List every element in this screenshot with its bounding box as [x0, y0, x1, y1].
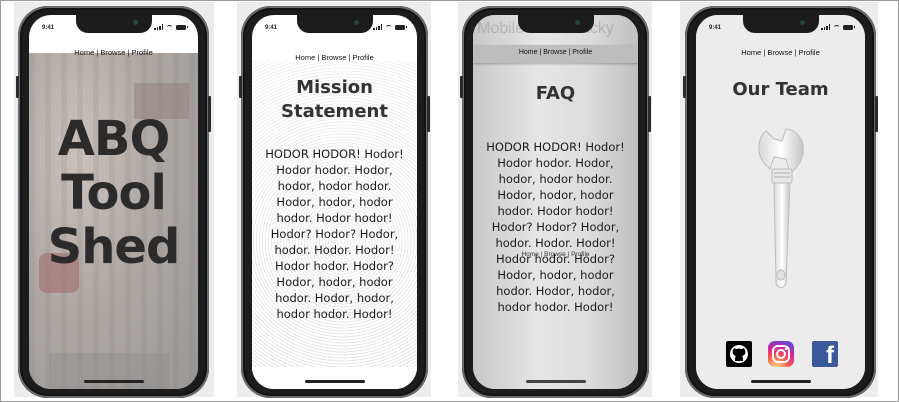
battery-icon — [395, 24, 407, 30]
title-line: ABQ — [57, 111, 171, 167]
status-time: 9:41 — [42, 25, 55, 31]
signal-icon — [154, 24, 163, 30]
title-line: Mission — [296, 77, 373, 98]
home-indicator[interactable] — [83, 380, 144, 383]
instagram-icon[interactable] — [768, 341, 794, 367]
phone-screen-home: 9:41 Home | Browse | Profile ABQ Tool Sh… — [29, 15, 198, 389]
nav-links[interactable]: Home | Browse | Profile — [473, 49, 638, 56]
wifi-icon — [385, 24, 392, 30]
power-button — [648, 96, 651, 132]
battery-icon — [843, 24, 855, 30]
notch — [742, 15, 819, 33]
wifi-icon — [166, 24, 173, 30]
title-line: Shed — [47, 218, 181, 275]
battery-icon — [176, 24, 188, 30]
page-title: FAQ — [535, 83, 576, 104]
title-line: Statement — [281, 101, 388, 122]
volume-button — [460, 76, 463, 98]
body-text: HODOR HODOR! Hodor! Hodor hodor. Hodor, … — [265, 147, 404, 321]
phone-screen-mission: 9:41 Home | Browse | Profile Mission Sta… — [252, 15, 417, 389]
nav-links[interactable]: Home | Browse | Profile — [29, 48, 198, 57]
title-line: Tool — [61, 164, 167, 221]
phone-screen-faq: Mobile Nav - Sticky Home | Browse | Prof… — [473, 15, 638, 389]
volume-button — [683, 76, 686, 98]
status-time: 9:41 — [265, 25, 278, 31]
page-title: Our Team — [732, 79, 829, 100]
home-indicator[interactable] — [525, 380, 586, 383]
facebook-icon[interactable]: f — [812, 341, 838, 367]
nav-links[interactable]: Home | Browse | Profile — [696, 48, 865, 57]
notch — [75, 15, 152, 33]
notch — [517, 15, 594, 33]
github-icon[interactable] — [726, 341, 752, 367]
bottom-bar — [252, 367, 417, 389]
signal-icon — [821, 24, 830, 30]
home-indicator[interactable] — [750, 380, 811, 383]
signal-icon — [373, 24, 382, 30]
volume-button — [16, 76, 19, 98]
status-time: 9:41 — [709, 25, 722, 31]
power-button — [427, 96, 430, 132]
volume-button — [239, 76, 242, 98]
phone-mockup-home: 9:41 Home | Browse | Profile ABQ Tool Sh… — [16, 6, 211, 398]
wrench-icon — [758, 128, 804, 288]
nav-links[interactable]: Home | Browse | Profile — [252, 53, 417, 62]
overlay-nav-links[interactable]: Home | Browse | Profile — [473, 251, 638, 258]
power-button — [875, 96, 878, 132]
power-button — [208, 96, 211, 132]
body-text: HODOR HODOR! Hodor! Hodor hodor. Hodor, … — [486, 140, 625, 314]
phone-mockup-faq: Mobile Nav - Sticky Home | Browse | Prof… — [460, 6, 651, 398]
phone-mockup-mission: 9:41 Home | Browse | Profile Mission Sta… — [239, 6, 430, 398]
page-title: Mission Statement — [252, 76, 417, 124]
hero-title: ABQ Tool Shed — [29, 111, 198, 275]
phone-screen-team: 9:41 Home | Browse | Profile Our Team f — [696, 15, 865, 389]
home-indicator[interactable] — [304, 380, 365, 383]
wifi-icon — [833, 24, 840, 30]
phone-mockup-team: 9:41 Home | Browse | Profile Our Team f — [683, 6, 878, 398]
notch — [296, 15, 373, 33]
